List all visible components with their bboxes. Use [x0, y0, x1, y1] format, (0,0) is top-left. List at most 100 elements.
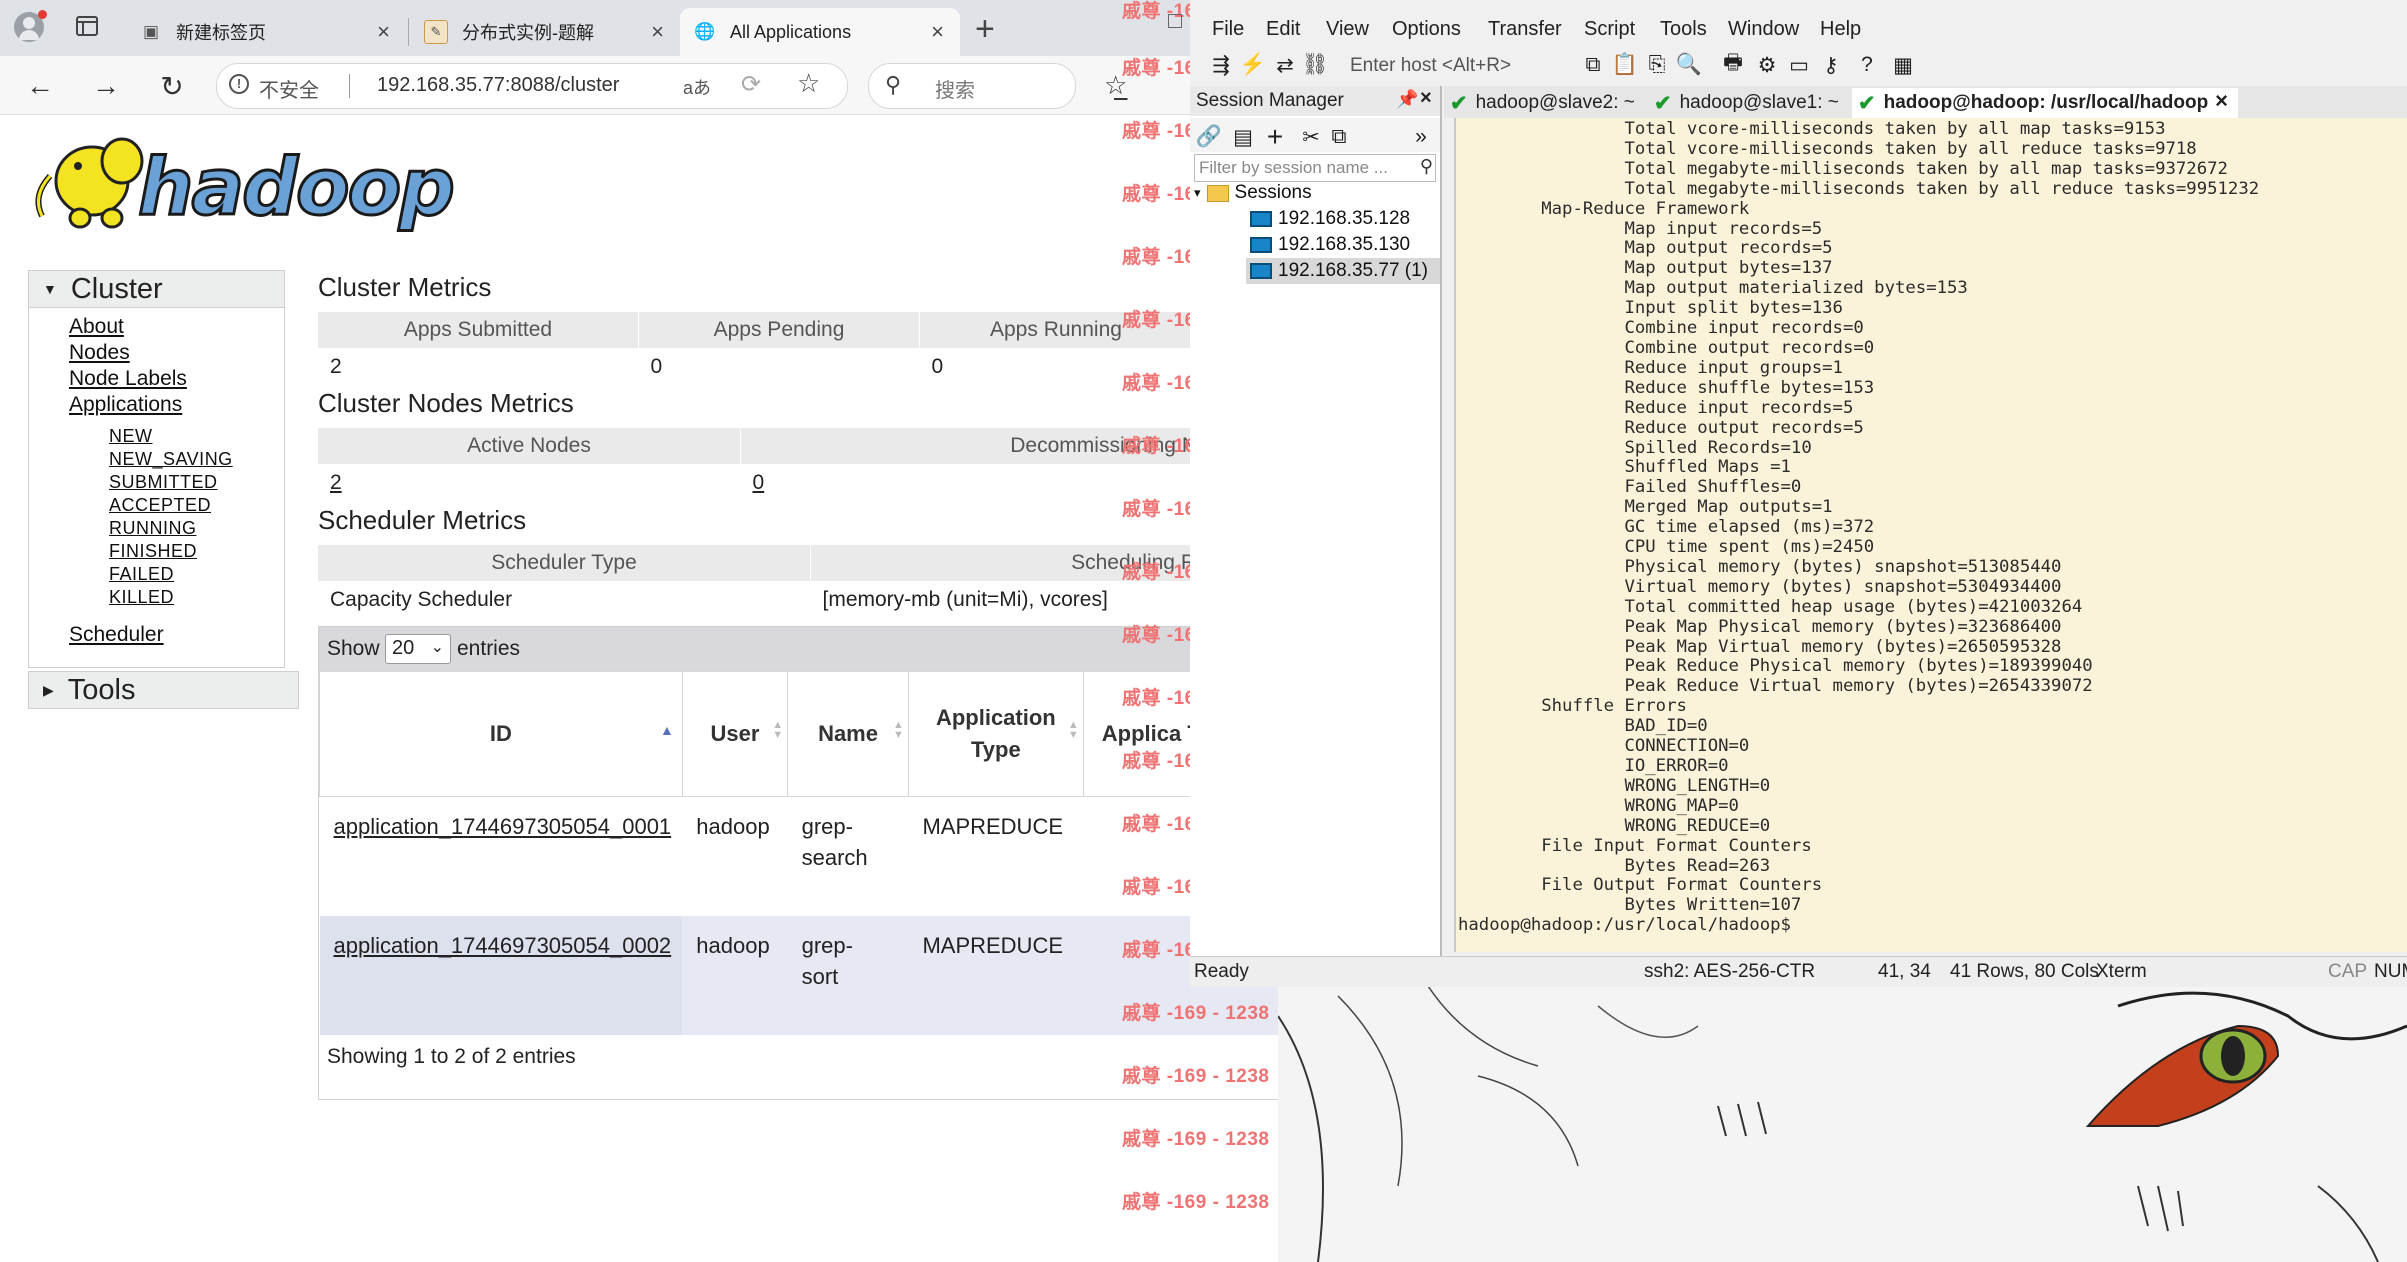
keymap-icon[interactable]: ⚷: [1818, 52, 1844, 78]
sort-both-icon: ▲ ▼: [772, 719, 784, 741]
session-item-selected[interactable]: 192.168.35.77 (1): [1246, 258, 1440, 284]
favorite-star-icon[interactable]: ☆: [797, 68, 820, 99]
session-tab-active[interactable]: ✔ hadoop@hadoop: /usr/local/hadoop ×: [1852, 88, 2238, 118]
nav-applications-link[interactable]: Applications: [69, 393, 182, 417]
settings-gear-icon[interactable]: ⚙: [1754, 52, 1780, 78]
menu-script[interactable]: Script: [1584, 18, 1635, 41]
securecrt-window: File Edit View Options Transfer Script T…: [1168, 0, 2407, 987]
menu-options[interactable]: Options: [1392, 18, 1461, 41]
menu-window[interactable]: Window: [1728, 18, 1799, 41]
menu-tools[interactable]: Tools: [1660, 18, 1707, 41]
nav-nodes-link[interactable]: Nodes: [69, 341, 130, 365]
read-aloud-icon[interactable]: aあ: [683, 74, 711, 100]
state-new-saving-link[interactable]: NEW_SAVING: [109, 449, 233, 470]
scheduling-resource-value: [memory-mb (unit=Mi), vcores]: [822, 588, 1108, 611]
watermark: 戚尊 -169 - 1238: [1122, 1192, 1270, 1213]
copy-icon[interactable]: ⧉: [1580, 52, 1606, 78]
cut-icon[interactable]: ✂: [1298, 124, 1324, 150]
tab-new-tab[interactable]: ▣ 新建标签页 ×: [126, 8, 406, 56]
paste-icon[interactable]: 📋: [1612, 52, 1638, 78]
screen-icon[interactable]: ▦: [1890, 52, 1916, 78]
status-num: NUM: [2374, 961, 2407, 982]
help-icon[interactable]: ?: [1854, 52, 1880, 78]
sftp-icon[interactable]: ▭: [1786, 52, 1812, 78]
entries-select[interactable]: 20 ⌄: [385, 634, 451, 664]
tab-solution[interactable]: ✎ 分布式实例-题解 ×: [410, 8, 680, 56]
warning-icon[interactable]: !: [229, 74, 249, 94]
tab-all-applications[interactable]: 🌐 All Applications ×: [680, 8, 960, 56]
state-killed-link[interactable]: KILLED: [109, 587, 174, 608]
col-apps-pending[interactable]: Apps Pending: [638, 312, 920, 348]
menu-edit[interactable]: Edit: [1266, 18, 1300, 41]
state-submitted-link[interactable]: SUBMITTED: [109, 472, 218, 493]
link-icon[interactable]: ⛓: [1302, 52, 1329, 78]
session-item[interactable]: 192.168.35.130: [1250, 234, 1410, 256]
session-item[interactable]: 192.168.35.128: [1250, 208, 1410, 230]
profile-avatar[interactable]: [14, 10, 47, 42]
session-tab[interactable]: ✔ hadoop@slave2: ~: [1444, 88, 1650, 118]
col-scheduler-type[interactable]: Scheduler Type: [318, 545, 811, 581]
copy-icon[interactable]: ⧉: [1326, 124, 1352, 150]
connect-icon[interactable]: ⇶: [1208, 52, 1234, 78]
close-icon[interactable]: ×: [931, 19, 944, 45]
nav-node-labels-link[interactable]: Node Labels: [69, 367, 187, 391]
tab-actions-icon[interactable]: [76, 16, 98, 36]
menu-view[interactable]: View: [1326, 18, 1369, 41]
add-icon[interactable]: +: [1262, 121, 1288, 152]
reload-icon[interactable]: ↻: [154, 68, 190, 104]
url-text[interactable]: 192.168.35.77:8088/cluster: [377, 74, 619, 97]
sort-asc-icon: ▲: [659, 722, 674, 738]
new-tab-button[interactable]: +: [975, 10, 995, 49]
col-apps-submitted[interactable]: Apps Submitted: [318, 312, 639, 348]
pin-icon[interactable]: 📌: [1396, 89, 1418, 110]
tools-nav-header[interactable]: ▶ Tools: [28, 671, 299, 709]
folder-session-icon[interactable]: ▤: [1230, 124, 1256, 150]
application-id-link[interactable]: application_1744697305054_0001: [334, 814, 672, 839]
close-icon[interactable]: ×: [377, 19, 390, 45]
close-icon[interactable]: ×: [651, 19, 664, 45]
copy-paste-icon[interactable]: ⎘: [1644, 52, 1670, 78]
nav-scheduler-link[interactable]: Scheduler: [69, 623, 164, 647]
nav-about-link[interactable]: About: [69, 315, 124, 339]
url-field[interactable]: ! 不安全 192.168.35.77:8088/cluster aあ ⟳ ☆: [216, 63, 848, 109]
crt-menu-bar: File Edit View Options Transfer Script T…: [1190, 12, 2407, 46]
hadoop-logo: hadoop: [30, 126, 480, 236]
state-failed-link[interactable]: FAILED: [109, 564, 174, 585]
state-finished-link[interactable]: FINISHED: [109, 541, 197, 562]
state-accepted-link[interactable]: ACCEPTED: [109, 495, 211, 516]
state-running-link[interactable]: RUNNING: [109, 518, 197, 539]
menu-transfer[interactable]: Transfer: [1488, 18, 1562, 41]
col-id[interactable]: ID ▲: [319, 671, 683, 797]
watermark: 戚尊 -169 - 1238: [1122, 1129, 1270, 1150]
search-field[interactable]: ⚲ 搜索: [868, 63, 1076, 109]
menu-file[interactable]: File: [1212, 18, 1244, 41]
application-id-link[interactable]: application_1744697305054_0002: [334, 933, 672, 958]
close-icon[interactable]: ×: [1420, 87, 1432, 110]
col-name[interactable]: Name ▲ ▼: [787, 671, 909, 797]
session-tab[interactable]: ✔ hadoop@slave1: ~: [1648, 88, 1854, 118]
refresh-sync-icon[interactable]: ⟳: [741, 70, 761, 99]
col-user[interactable]: User ▲ ▼: [681, 671, 789, 797]
collapse-icon[interactable]: ▾: [1194, 185, 1201, 201]
cluster-nav-header[interactable]: ▼ Cluster: [29, 271, 284, 308]
forward-arrow-icon[interactable]: →: [88, 68, 124, 104]
more-icon[interactable]: »: [1408, 124, 1434, 150]
col-application-type[interactable]: Application Type ▲ ▼: [907, 671, 1084, 797]
sessions-folder[interactable]: ▾ Sessions: [1194, 182, 1312, 204]
find-icon[interactable]: 🔍: [1676, 52, 1702, 78]
enter-host-field[interactable]: Enter host <Alt+R>: [1350, 55, 1511, 77]
reconnect-icon[interactable]: ⇄: [1272, 52, 1298, 78]
back-arrow-icon[interactable]: ←: [22, 68, 58, 104]
decommissioning-link[interactable]: 0: [753, 471, 765, 494]
state-new-link[interactable]: NEW: [109, 426, 153, 447]
close-icon[interactable]: ×: [2215, 88, 2228, 114]
print-icon[interactable]: 🖶: [1720, 51, 1746, 78]
session-filter-input[interactable]: Filter by session name ... ⚲: [1194, 154, 1436, 182]
active-nodes-link[interactable]: 2: [330, 471, 342, 494]
menu-help[interactable]: Help: [1820, 18, 1861, 41]
terminal-output[interactable]: Total vcore-milliseconds taken by all ma…: [1454, 118, 2407, 952]
link-icon[interactable]: 🔗: [1196, 124, 1222, 150]
window-restore-icon[interactable]: [1168, 14, 1182, 28]
lightning-icon[interactable]: ⚡: [1240, 52, 1266, 78]
col-active-nodes[interactable]: Active Nodes: [318, 428, 741, 464]
